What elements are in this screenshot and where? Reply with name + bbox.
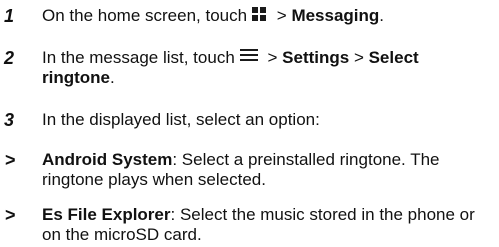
step-number: 3 [4,110,15,130]
bullet-marker: > [5,150,16,170]
step-2-text: In the message list, touch > Settings > … [42,48,419,87]
option-text: Es File Explorer: Select the music store… [42,205,495,245]
step-3-text: In the displayed list, select an option: [42,110,320,129]
step-number: 1 [4,6,15,26]
bullet-marker: > [5,205,16,225]
apps-grid-icon [252,6,267,21]
step-1-text: On the home screen, touch > Messaging. [42,6,385,25]
option-text: Android System: Select a preinstalled ri… [42,150,495,190]
step-number: 2 [4,48,15,68]
option-name: Es File Explorer [42,205,171,224]
menu-icon [239,48,258,61]
messaging-label: Messaging [291,6,380,25]
option-name: Android System [42,150,173,169]
settings-label: Settings [282,48,350,67]
